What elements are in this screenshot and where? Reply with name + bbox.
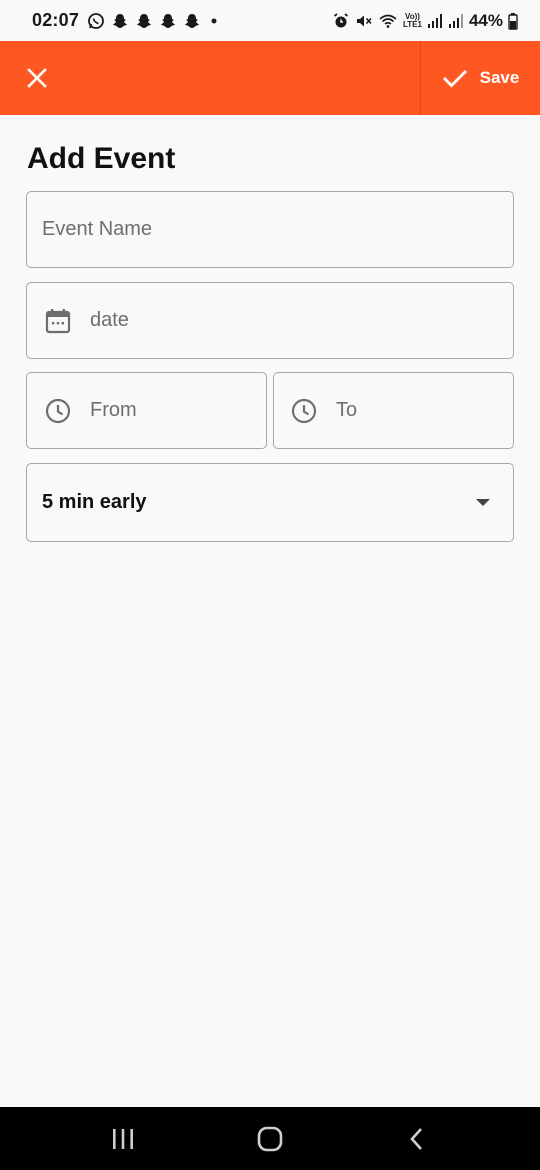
snapchat-icon	[135, 12, 153, 30]
snapchat-icon	[183, 12, 201, 30]
dropdown-arrow-icon	[475, 498, 491, 508]
snapchat-icon	[111, 12, 129, 30]
status-right: Vo)) LTE1 44%	[332, 11, 518, 31]
event-name-field[interactable]: Event Name	[26, 191, 514, 268]
back-button[interactable]	[377, 1107, 457, 1170]
mute-icon	[355, 12, 373, 30]
status-time: 02:07	[32, 10, 80, 30]
event-name-placeholder: Event Name	[42, 218, 153, 240]
to-placeholder: To	[336, 399, 358, 421]
status-bar: 02:07 Vo)) LTE1 44%	[0, 0, 540, 41]
recent-apps-button[interactable]	[83, 1107, 163, 1170]
nav-bar	[0, 1107, 540, 1170]
volte-bottom: LTE1	[403, 19, 422, 29]
from-time-field[interactable]: From	[26, 372, 267, 449]
clock-icon	[45, 398, 71, 424]
to-time-field[interactable]: To	[273, 372, 514, 449]
app-bar: Save	[0, 41, 540, 115]
clock-icon	[291, 398, 317, 424]
page-title: Add Event	[27, 142, 176, 175]
date-placeholder: date	[90, 309, 129, 331]
snapchat-icon	[159, 12, 177, 30]
volte-indicator: Vo)) LTE1	[403, 12, 422, 29]
battery-percent: 44%	[468, 10, 503, 30]
wifi-icon	[378, 12, 398, 30]
home-icon	[257, 1126, 283, 1152]
recent-apps-icon	[110, 1127, 136, 1151]
home-button[interactable]	[230, 1107, 310, 1170]
calendar-icon	[45, 308, 71, 334]
status-left: 02:07	[32, 10, 221, 31]
save-button[interactable]: Save	[421, 41, 540, 115]
whatsapp-icon	[87, 12, 105, 30]
save-label: Save	[479, 68, 520, 87]
back-icon	[407, 1126, 427, 1152]
from-placeholder: From	[90, 399, 137, 421]
close-button[interactable]	[0, 41, 74, 115]
signal-icon	[427, 13, 443, 29]
close-icon	[26, 67, 48, 89]
reminder-value: 5 min early	[42, 491, 147, 513]
battery-icon	[508, 12, 518, 30]
reminder-dropdown[interactable]: 5 min early	[26, 463, 514, 542]
check-icon	[442, 67, 468, 89]
dot-icon	[207, 14, 221, 28]
signal-icon	[448, 13, 464, 29]
alarm-icon	[332, 12, 350, 30]
date-field[interactable]: date	[26, 282, 514, 359]
